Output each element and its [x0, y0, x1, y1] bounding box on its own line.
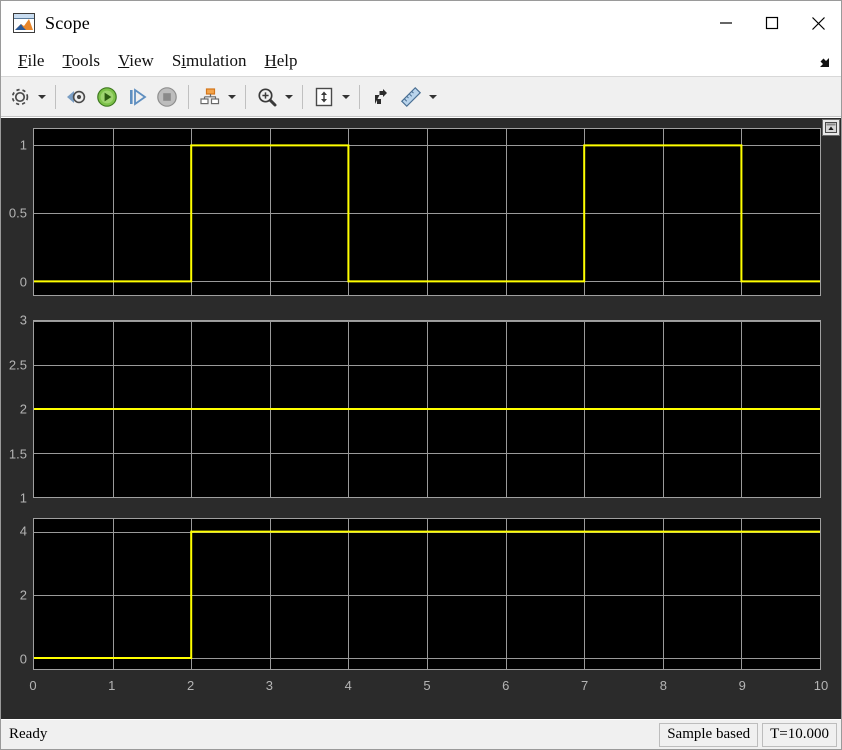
maximize-icon [765, 16, 779, 30]
run-back-to-start-button[interactable] [62, 81, 92, 113]
step-forward-button[interactable] [122, 81, 152, 113]
x-tick-label: 8 [659, 678, 668, 693]
signal-trace [34, 532, 820, 658]
y-tick-label: 3 [19, 312, 27, 328]
menu-file[interactable]: File [9, 49, 53, 73]
gear-icon [11, 88, 29, 105]
x-tick-label: 7 [580, 678, 589, 693]
plot-panel-1[interactable]: 0 0.5 1 [1, 128, 841, 296]
cursor-measure-icon [375, 88, 387, 104]
close-icon [811, 16, 825, 30]
x-tick-label: 1 [108, 678, 116, 693]
scope-canvas[interactable]: 0 0.5 1 1 1.5 2 2.5 3 024 0 1 2 3 4 5 6 7 8 9 10 [1, 117, 841, 719]
y-tick-label: 0 [19, 651, 27, 667]
x-tick-label: 4 [344, 678, 352, 693]
plot-axes-1[interactable] [33, 128, 821, 296]
plot-panel-2[interactable]: 1 1.5 2 2.5 3 [1, 313, 841, 506]
x-tick-label: 3 [265, 678, 274, 693]
x-tick-label: 9 [738, 678, 746, 693]
data-cursors-button[interactable] [366, 81, 396, 113]
toolbar-separator [188, 84, 189, 109]
plot-axes-2[interactable] [33, 320, 821, 498]
plot-axes-3[interactable] [33, 518, 821, 670]
signal-plot [34, 129, 820, 295]
gridline-horizontal [34, 497, 820, 498]
layout-button[interactable] [195, 81, 225, 113]
matlab-scope-icon [13, 13, 35, 33]
y-tick-label: 4 [19, 523, 27, 539]
toolbar [1, 77, 841, 117]
y-tick-label: 0 [19, 274, 27, 290]
scope-window: Scope File Tools View Simulation Help 0 … [0, 0, 842, 750]
menu-tools[interactable]: Tools [53, 49, 109, 73]
status-text: Ready [9, 726, 48, 742]
y-axis-labels-1: 0 0.5 1 [1, 128, 31, 296]
zoom-dropdown-arrow[interactable] [282, 81, 296, 113]
x-axis-labels: 0 1 2 3 4 5 6 7 8 9 10 [1, 674, 841, 698]
autoscale-button[interactable] [309, 81, 339, 113]
simulation-time-panel: T=10.000 [762, 722, 837, 747]
y-tick-label: 2.5 [8, 357, 27, 372]
y-tick-label: 0.5 [8, 205, 27, 221]
autoscale-dropdown-arrow[interactable] [339, 81, 353, 113]
y-axis-labels-2: 1 1.5 2 2.5 3 [1, 313, 31, 506]
step-forward-icon [130, 87, 147, 106]
menu-simulation[interactable]: Simulation [163, 49, 256, 73]
run-button[interactable] [92, 81, 122, 113]
layout-blocks-icon [200, 87, 220, 104]
x-tick-label: 2 [186, 678, 195, 693]
zoom-in-button[interactable] [252, 81, 282, 113]
toolbar-separator [55, 84, 56, 109]
measurements-button[interactable] [396, 81, 426, 113]
autoscale-icon [315, 87, 333, 106]
y-tick-label: 1 [19, 137, 27, 153]
status-bar: Ready Sample based T=10.000 [1, 719, 841, 749]
window-title: Scope [45, 12, 90, 33]
y-axis-labels-3: 0 2 4 [1, 518, 31, 670]
title-bar: Scope [1, 1, 841, 45]
layout-dropdown-arrow[interactable] [225, 81, 239, 113]
stop-button[interactable] [152, 81, 182, 113]
toolbar-separator [302, 84, 303, 109]
signal-plot [34, 519, 820, 669]
y-tick-label: 1.5 [8, 446, 27, 461]
toolbar-separator [245, 84, 246, 109]
scroll-to-top-icon[interactable] [822, 119, 840, 136]
close-button[interactable] [795, 1, 841, 45]
ruler-icon [400, 86, 422, 107]
configuration-dropdown-arrow[interactable] [35, 81, 49, 113]
maximize-button[interactable] [749, 1, 795, 45]
x-tick-label: 10 [813, 678, 829, 693]
x-tick-label: 0 [29, 678, 37, 693]
y-tick-label: 2 [19, 401, 27, 417]
signal-trace [34, 145, 820, 281]
x-tick-label: 6 [502, 678, 510, 693]
play-icon [97, 86, 117, 107]
minimize-button[interactable] [703, 1, 749, 45]
menu-bar: File Tools View Simulation Help [1, 45, 841, 77]
x-tick-label: 5 [423, 678, 431, 693]
rewind-gear-icon [67, 90, 86, 103]
measurements-dropdown-arrow[interactable] [426, 81, 440, 113]
signal-plot [34, 321, 820, 497]
undock-arrow-icon[interactable] [815, 53, 833, 71]
configuration-properties-button[interactable] [5, 81, 35, 113]
y-tick-label: 2 [19, 587, 27, 603]
plot-panel-3[interactable]: 0 2 4 [1, 518, 841, 670]
sampling-mode-panel: Sample based [659, 722, 759, 747]
stop-icon [157, 86, 177, 107]
minimize-icon [720, 22, 732, 24]
zoom-in-icon [258, 87, 277, 106]
toolbar-separator [359, 84, 360, 109]
menu-help[interactable]: Help [255, 49, 306, 73]
menu-view[interactable]: View [109, 49, 163, 73]
y-tick-label: 1 [19, 490, 27, 506]
